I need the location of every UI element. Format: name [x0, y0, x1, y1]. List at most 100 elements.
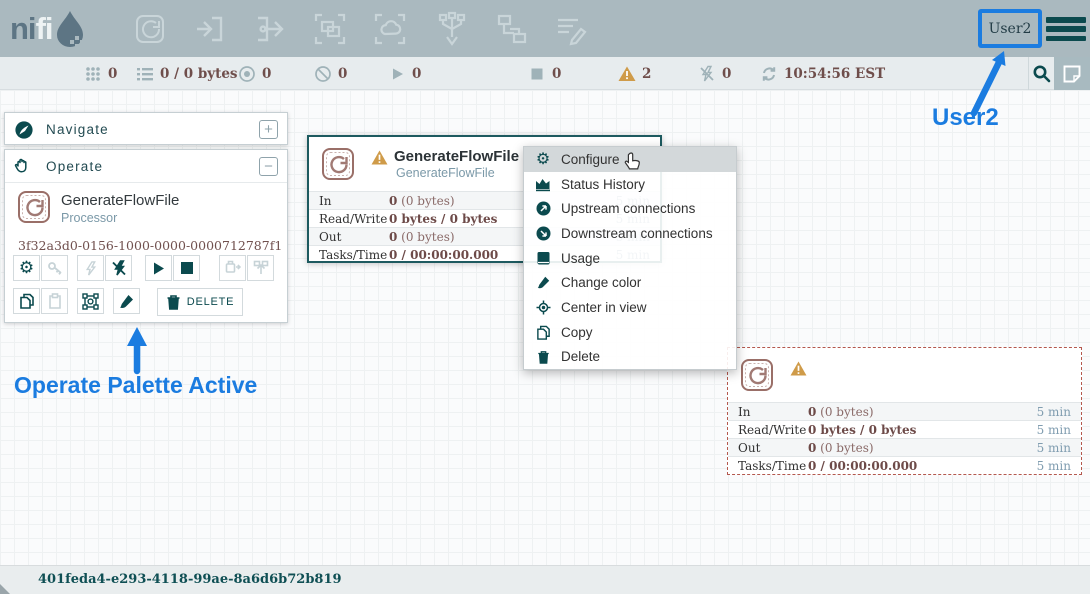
menu-item-center-in-view[interactable]: Center in view [524, 295, 736, 320]
funnel-icon[interactable] [434, 11, 470, 47]
template-icon[interactable] [494, 11, 530, 47]
refresh-icon[interactable] [760, 65, 778, 83]
downstream-circle-icon [535, 225, 551, 241]
processor-stamp-icon [321, 147, 355, 181]
menu-item-configure[interactable]: ⚙ Configure [524, 147, 736, 172]
copy-icon [19, 293, 35, 309]
stopped-count: 0 [552, 66, 561, 82]
navigate-title: Navigate [46, 122, 259, 137]
collapse-icon[interactable] [259, 157, 278, 176]
menu-item-change-color[interactable]: Change color [524, 270, 736, 295]
menu-item-downstream-connections[interactable]: Downstream connections [524, 221, 736, 246]
ghost-processor[interactable]: In0 (0 bytes)5 min Read/Write0 bytes / 0… [727, 347, 1082, 475]
nifi-droplet-icon [55, 9, 89, 49]
menu-item-status-history[interactable]: Status History [524, 172, 736, 197]
paste-icon [47, 293, 63, 309]
note-icon [1062, 64, 1082, 84]
menu-label: Usage [561, 251, 600, 266]
group-button[interactable] [77, 288, 104, 314]
copy-button[interactable] [13, 288, 40, 314]
search-button[interactable] [1028, 57, 1054, 90]
paste-button[interactable] [41, 288, 68, 314]
expand-icon[interactable] [259, 120, 278, 139]
upstream-circle-icon [535, 201, 551, 217]
stat-row-out: Out0 (0 bytes)5 min [728, 438, 1081, 456]
active-threads-status: 0 [84, 57, 117, 90]
upload-template-icon [253, 260, 269, 276]
warning-triangle-icon [618, 65, 636, 83]
enable-button[interactable] [77, 255, 104, 281]
transmitting-icon [238, 65, 256, 83]
stat-row-in: In0 (0 bytes)5 min [728, 402, 1081, 420]
process-group-id: 401feda4-e293-4118-99ae-8a6d6b72b819 [38, 572, 342, 587]
disabled-status: 0 [698, 57, 731, 90]
stat-row-tasks: Tasks/Time0 / 00:00:00.0005 min [728, 456, 1081, 474]
processor-icon[interactable] [132, 11, 168, 47]
configuration-button[interactable]: ⚙ [13, 255, 40, 281]
change-color-button[interactable] [113, 288, 140, 314]
delete-label: DELETE [187, 296, 235, 308]
trash-icon [166, 294, 181, 310]
menu-label: Upstream connections [561, 201, 695, 216]
processor-stamp-icon [740, 358, 774, 392]
menu-item-copy[interactable]: Copy [524, 320, 736, 345]
play-icon [388, 65, 406, 83]
menu-label: Status History [561, 177, 645, 192]
crosshair-icon [535, 299, 551, 315]
bolt-icon [83, 261, 98, 276]
start-button[interactable] [145, 255, 172, 281]
book-icon [535, 250, 551, 266]
nifi-logo: nifi [10, 8, 89, 50]
menu-item-delete[interactable]: Delete [524, 345, 736, 370]
queued-list-icon [136, 65, 154, 83]
access-policies-button[interactable] [41, 255, 68, 281]
processor-name: GenerateFlowFile [394, 148, 519, 165]
transmitting-status: 0 [238, 57, 271, 90]
component-name: GenerateFlowFile [61, 192, 179, 209]
stopped-status: 0 [528, 57, 561, 90]
user2-annotation-box: User2 [978, 9, 1042, 48]
not-transmitting-status: 0 [314, 57, 347, 90]
component-id: 3f32a3d0-0156-1000-0000-0000712787f1 [18, 238, 282, 253]
invalid-count: 2 [642, 66, 651, 82]
menu-label: Delete [561, 349, 600, 364]
menu-item-usage[interactable]: Usage [524, 246, 736, 271]
menu-label: Configure [561, 152, 620, 167]
status-bar: 0 0 / 0 bytes 0 0 0 0 [0, 57, 1090, 90]
logo-text-ni: ni [10, 11, 36, 47]
running-status: 0 [388, 57, 421, 90]
group-selection-icon [82, 293, 99, 310]
stat-row-readwrite: Read/Write0 bytes / 0 bytes5 min [728, 420, 1081, 438]
disable-button[interactable] [105, 255, 132, 281]
delete-button[interactable]: DELETE [157, 288, 243, 316]
app-header: nifi Us [0, 0, 1090, 57]
current-user-button[interactable]: User2 [982, 13, 1038, 44]
save-template-button[interactable] [219, 255, 246, 281]
input-port-icon[interactable] [192, 11, 228, 47]
operate-palette: Operate GenerateFlowFile Processor 3f32a… [4, 149, 288, 323]
stop-button[interactable] [173, 255, 200, 281]
footer-bar: 401feda4-e293-4118-99ae-8a6d6b72b819 [0, 565, 1090, 594]
bolt-slash-icon [111, 260, 127, 276]
menu-label: Change color [561, 275, 641, 290]
global-menu-icon[interactable] [1046, 17, 1086, 41]
threads-grid-icon [84, 65, 102, 83]
refresh-status: 10:54:56 EST [760, 57, 885, 90]
menu-item-upstream-connections[interactable]: Upstream connections [524, 196, 736, 221]
start-play-icon [151, 261, 166, 276]
disabled-count: 0 [722, 66, 731, 82]
logo-text-fi: fi [36, 11, 53, 47]
transmitting-count: 0 [262, 66, 271, 82]
label-icon[interactable] [553, 11, 589, 47]
trash-icon [535, 349, 551, 365]
flow-canvas[interactable]: Navigate Operate GenerateFlowFi [0, 90, 1090, 565]
process-group-icon[interactable] [312, 11, 348, 47]
remote-process-group-icon[interactable] [372, 11, 408, 47]
compass-icon [14, 120, 34, 140]
component-type: Processor [61, 211, 179, 225]
upload-template-button[interactable] [247, 255, 274, 281]
output-port-icon[interactable] [252, 11, 288, 47]
last-refresh-time: 10:54:56 EST [784, 66, 885, 82]
hand-icon [14, 156, 34, 176]
bulletin-board-button[interactable] [1054, 57, 1090, 90]
